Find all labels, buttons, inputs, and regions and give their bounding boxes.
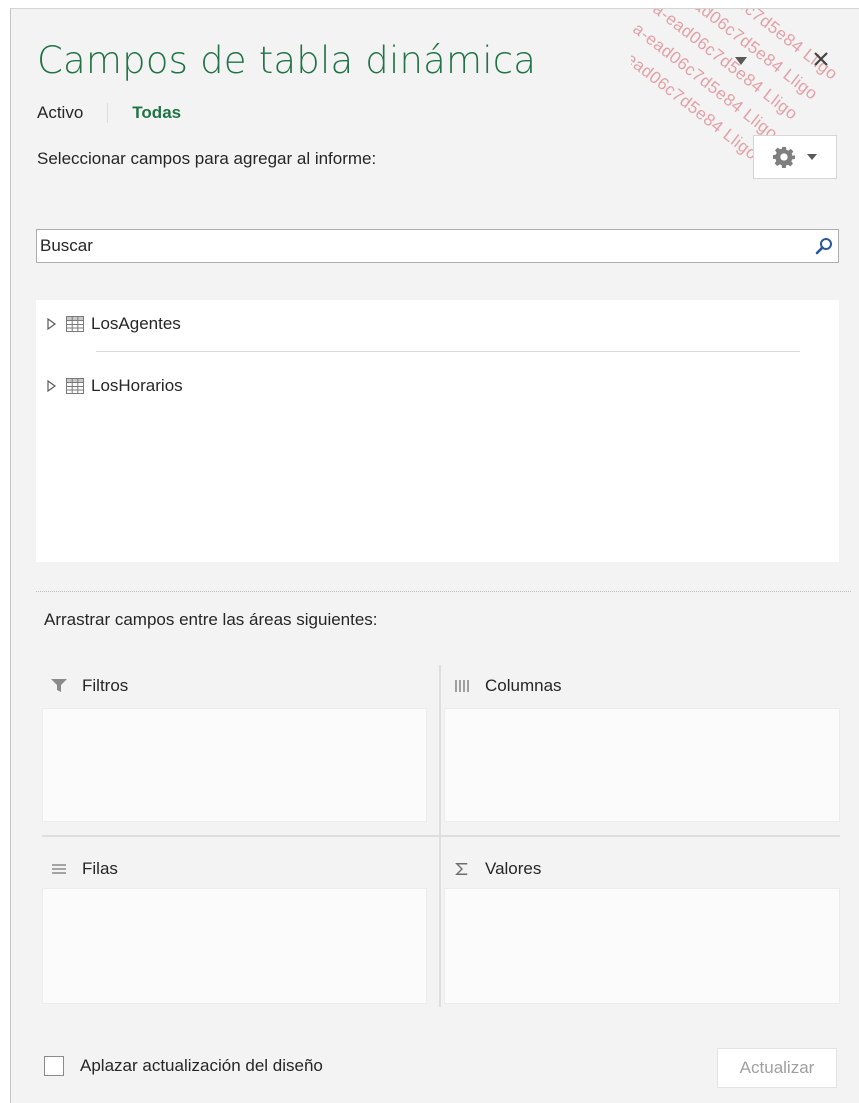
chevron-down-icon [735, 57, 747, 65]
defer-update-label: Aplazar actualización del diseño [80, 1056, 323, 1075]
area-header-columns: Columnas [453, 673, 562, 699]
table-icon [66, 316, 84, 332]
areas-horizontal-divider [42, 835, 840, 837]
pane-options-button[interactable] [729, 49, 753, 73]
checkbox-box[interactable] [44, 1056, 64, 1076]
search-icon[interactable] [810, 230, 838, 262]
drag-fields-label: Arrastrar campos entre las áreas siguien… [44, 610, 378, 629]
area-header-filters: Filtros [50, 673, 128, 699]
watermark-line: a-ead06c7d5e84 Lligo [631, 19, 782, 144]
expand-icon[interactable] [44, 317, 58, 331]
columns-drop-zone[interactable] [444, 708, 840, 822]
search-input[interactable] [37, 230, 810, 262]
field-list: LosAgentes LosHorarios [36, 300, 839, 562]
tools-button[interactable] [753, 135, 837, 179]
area-label-filters: Filtros [82, 676, 129, 695]
tab-activo[interactable]: Activo [37, 103, 107, 123]
close-icon [814, 52, 828, 66]
tab-todas[interactable]: Todas [107, 103, 205, 123]
expand-icon[interactable] [44, 379, 58, 393]
field-table-label: LosHorarios [91, 376, 183, 395]
field-table-losagentes[interactable]: LosAgentes [44, 310, 181, 338]
chevron-down-icon [807, 154, 817, 160]
area-label-values: Valores [485, 859, 542, 878]
gear-icon [773, 146, 795, 168]
pane-title: Campos de tabla dinámica [37, 39, 537, 82]
field-table-label: LosAgentes [91, 314, 181, 333]
section-splitter[interactable] [36, 591, 851, 592]
update-button[interactable]: Actualizar [717, 1048, 837, 1088]
values-drop-zone[interactable] [444, 888, 840, 1004]
area-header-rows: Filas [50, 856, 118, 882]
rows-drop-zone[interactable] [42, 888, 427, 1004]
area-label-columns: Columnas [485, 676, 562, 695]
columns-icon [453, 678, 471, 694]
search-box [36, 229, 839, 263]
field-list-divider [96, 351, 800, 352]
rows-icon [50, 861, 68, 877]
pivot-table-fields-pane: a-ead06c7d5e84 Lligo a-ead06c7d5e84 Llig… [10, 8, 859, 1103]
filters-drop-zone[interactable] [42, 708, 427, 822]
filter-icon [50, 678, 68, 694]
tabs: Activo Todas [37, 103, 205, 123]
area-label-rows: Filas [82, 859, 118, 878]
defer-update-checkbox[interactable]: Aplazar actualización del diseño [44, 1056, 323, 1076]
field-table-loshorarios[interactable]: LosHorarios [44, 372, 183, 400]
table-icon [66, 378, 84, 394]
close-button[interactable] [807, 45, 835, 73]
sigma-icon [453, 861, 471, 877]
select-fields-label: Seleccionar campos para agregar al infor… [37, 149, 377, 168]
watermark-line: a-ead06c7d5e84 Lligo [649, 8, 802, 124]
area-header-values: Valores [453, 856, 541, 882]
